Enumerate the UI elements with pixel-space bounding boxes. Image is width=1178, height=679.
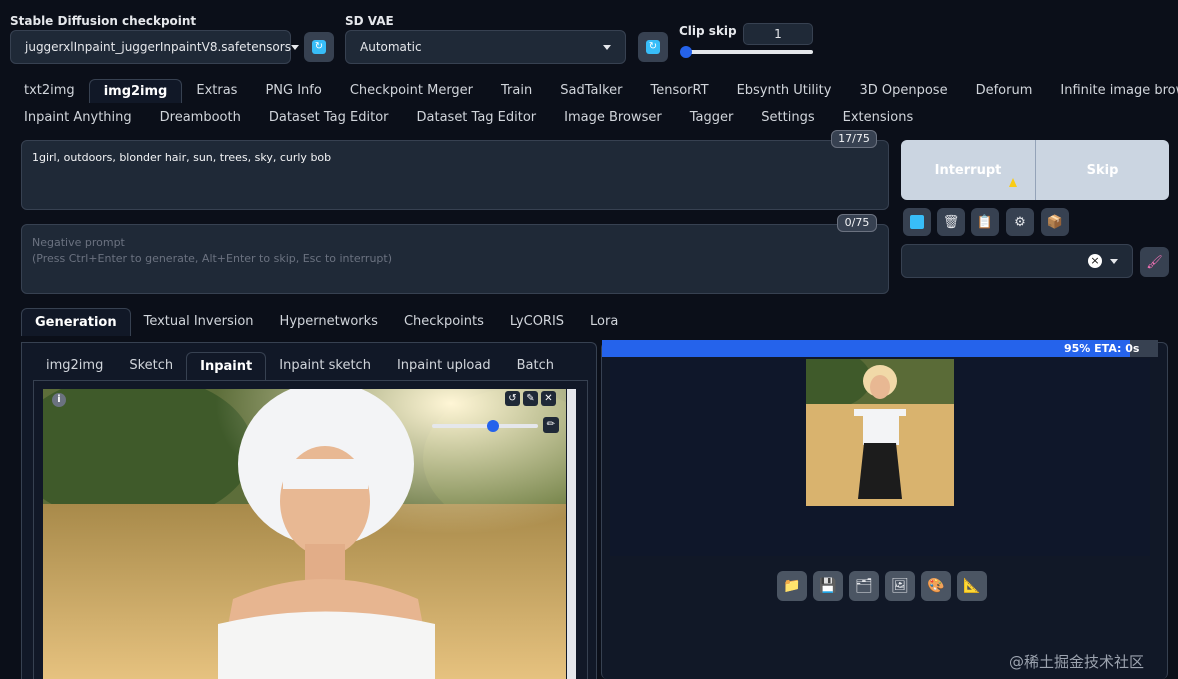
sliders-icon[interactable]: ⚙ bbox=[1006, 208, 1034, 236]
generation-tab-1[interactable]: Textual Inversion bbox=[131, 308, 267, 336]
paste-icon[interactable] bbox=[903, 208, 931, 236]
negative-placeholder-title: Negative prompt bbox=[32, 236, 125, 249]
vae-select[interactable]: Automatic bbox=[345, 30, 626, 64]
checkpoint-label: Stable Diffusion checkpoint bbox=[10, 14, 197, 28]
skip-button[interactable]: Skip bbox=[1035, 140, 1169, 200]
styles-dropdown[interactable]: × bbox=[901, 244, 1133, 278]
save-icon[interactable]: 💾 bbox=[813, 571, 843, 601]
image-mode-tab-2[interactable]: Inpaint bbox=[186, 352, 267, 380]
vae-value: Automatic bbox=[360, 40, 422, 54]
main-tab-5[interactable]: Train bbox=[487, 79, 546, 103]
box-icon[interactable]: 📦 bbox=[1041, 208, 1069, 236]
canvas-scrollbar[interactable] bbox=[567, 389, 576, 679]
main-tab-7[interactable]: TensorRT bbox=[636, 79, 722, 103]
interrupt-button[interactable]: Interrupt bbox=[901, 140, 1035, 200]
main-tab-10[interactable]: Deforum bbox=[962, 79, 1047, 103]
main-tab-row2-3[interactable]: Dataset Tag Editor bbox=[403, 106, 551, 130]
undo-icon[interactable]: ↺ bbox=[505, 391, 520, 406]
eraser-icon[interactable]: ✎ bbox=[523, 391, 538, 406]
info-icon[interactable]: i bbox=[52, 393, 66, 407]
image-mode-tab-5[interactable]: Batch bbox=[504, 352, 567, 380]
palette-icon[interactable]: 🎨 bbox=[921, 571, 951, 601]
main-tab-6[interactable]: SadTalker bbox=[546, 79, 636, 103]
vae-label: SD VAE bbox=[345, 14, 394, 28]
main-tab-row2-6[interactable]: Settings bbox=[747, 106, 828, 130]
clip-skip-slider-track[interactable] bbox=[684, 50, 813, 54]
progress-fill bbox=[602, 340, 1131, 357]
brush-icon[interactable]: ✏ bbox=[543, 417, 559, 433]
main-tab-row2-1[interactable]: Dreambooth bbox=[146, 106, 255, 130]
output-image[interactable] bbox=[806, 359, 954, 506]
chevron-down-icon bbox=[290, 44, 299, 50]
main-tab-row2-7[interactable]: Extensions bbox=[829, 106, 928, 130]
main-tab-row2-4[interactable]: Image Browser bbox=[550, 106, 676, 130]
ruler-icon[interactable]: 📐 bbox=[957, 571, 987, 601]
inpaint-image bbox=[43, 389, 566, 679]
main-tabs-row-1: txt2img img2img Extras PNG Info Checkpoint M… bbox=[10, 79, 1178, 103]
refresh-icon: ↻ bbox=[312, 40, 326, 54]
negative-token-counter: 0/75 bbox=[837, 214, 877, 232]
negative-placeholder-hint: (Press Ctrl+Enter to generate, Alt+Enter… bbox=[32, 252, 393, 265]
negative-prompt-textarea[interactable]: Negative prompt (Press Ctrl+Enter to gen… bbox=[21, 224, 889, 294]
folder-icon[interactable]: 📁 bbox=[777, 571, 807, 601]
main-tab-row2-0[interactable]: Inpaint Anything bbox=[10, 106, 146, 130]
main-tab-3[interactable]: PNG Info bbox=[251, 79, 335, 103]
main-tab-9[interactable]: 3D Openpose bbox=[845, 79, 961, 103]
gallery-buttons: 📁 💾 🗂 🖼 🎨 📐 bbox=[777, 571, 987, 601]
generation-tabs: Generation Textual Inversion Hypernetworks… bbox=[21, 308, 631, 336]
main-tab-row2-5[interactable]: Tagger bbox=[676, 106, 748, 130]
generation-tab-4[interactable]: LyCORIS bbox=[497, 308, 577, 336]
image-mode-tabs: img2img Sketch Inpaint Inpaint sketch Inpain… bbox=[33, 352, 567, 380]
prompt-textarea[interactable]: 1girl, outdoors, blonder hair, sun, tree… bbox=[21, 140, 889, 210]
checkpoint-value: juggerxlInpaint_juggerInpaintV8.safetens… bbox=[25, 40, 291, 54]
main-tabs-row-2: Inpaint Anything Dreambooth Dataset Tag Ed… bbox=[10, 106, 927, 130]
paint-brush-icon[interactable]: 🖌 bbox=[1140, 247, 1169, 277]
prompt-token-counter: 17/75 bbox=[831, 130, 877, 148]
image-mode-tab-1[interactable]: Sketch bbox=[116, 352, 186, 380]
progress-text: 95% ETA: 0s bbox=[1064, 342, 1140, 355]
generation-tab-0[interactable]: Generation bbox=[21, 308, 131, 336]
image-mode-tab-3[interactable]: Inpaint sketch bbox=[266, 352, 384, 380]
refresh-icon: ↻ bbox=[646, 40, 660, 54]
chevron-down-icon bbox=[603, 44, 611, 50]
image-icon[interactable]: 🖼 bbox=[885, 571, 915, 601]
cursor-icon bbox=[1009, 178, 1017, 187]
prompt-text: 1girl, outdoors, blonder hair, sun, tree… bbox=[32, 151, 332, 164]
brush-size-slider-track[interactable] bbox=[432, 424, 538, 428]
watermark-text: @稀土掘金技术社区 bbox=[1009, 653, 1145, 671]
image-mode-tab-0[interactable]: img2img bbox=[33, 352, 116, 380]
clipboard-icon[interactable]: 📋 bbox=[971, 208, 999, 236]
trash-icon[interactable]: 🗑 bbox=[937, 208, 965, 236]
main-tab-row2-2[interactable]: Dataset Tag Editor bbox=[255, 106, 403, 130]
generation-tab-5[interactable]: Lora bbox=[577, 308, 631, 336]
main-tab-8[interactable]: Ebsynth Utility bbox=[723, 79, 846, 103]
main-tab-1[interactable]: img2img bbox=[88, 79, 183, 103]
main-tab-2[interactable]: Extras bbox=[182, 79, 251, 103]
image-mode-tab-4[interactable]: Inpaint upload bbox=[384, 352, 504, 380]
skip-label: Skip bbox=[1086, 162, 1119, 178]
interrupt-label: Interrupt bbox=[934, 162, 1002, 178]
chevron-down-icon bbox=[1110, 258, 1118, 264]
clear-styles-icon[interactable]: × bbox=[1088, 254, 1102, 268]
main-tab-4[interactable]: Checkpoint Merger bbox=[336, 79, 487, 103]
clip-skip-label: Clip skip bbox=[679, 24, 737, 38]
clip-skip-input[interactable]: 1 bbox=[743, 23, 813, 45]
zip-icon[interactable]: 🗂 bbox=[849, 571, 879, 601]
output-image-graphic bbox=[806, 359, 954, 506]
refresh-checkpoint-button[interactable]: ↻ bbox=[304, 32, 334, 62]
clip-skip-slider-handle[interactable] bbox=[680, 46, 692, 58]
generation-tab-2[interactable]: Hypernetworks bbox=[267, 308, 391, 336]
generation-tab-3[interactable]: Checkpoints bbox=[391, 308, 497, 336]
canvas-toolbar: ↺ ✎ ✕ bbox=[505, 391, 556, 406]
checkpoint-select[interactable]: juggerxlInpaint_juggerInpaintV8.safetens… bbox=[10, 30, 299, 64]
main-tab-0[interactable]: txt2img bbox=[10, 79, 89, 103]
inpaint-canvas[interactable] bbox=[43, 389, 566, 679]
main-tab-11[interactable]: Infinite image browsing bbox=[1046, 79, 1178, 103]
refresh-vae-button[interactable]: ↻ bbox=[638, 32, 668, 62]
close-icon[interactable]: ✕ bbox=[541, 391, 556, 406]
